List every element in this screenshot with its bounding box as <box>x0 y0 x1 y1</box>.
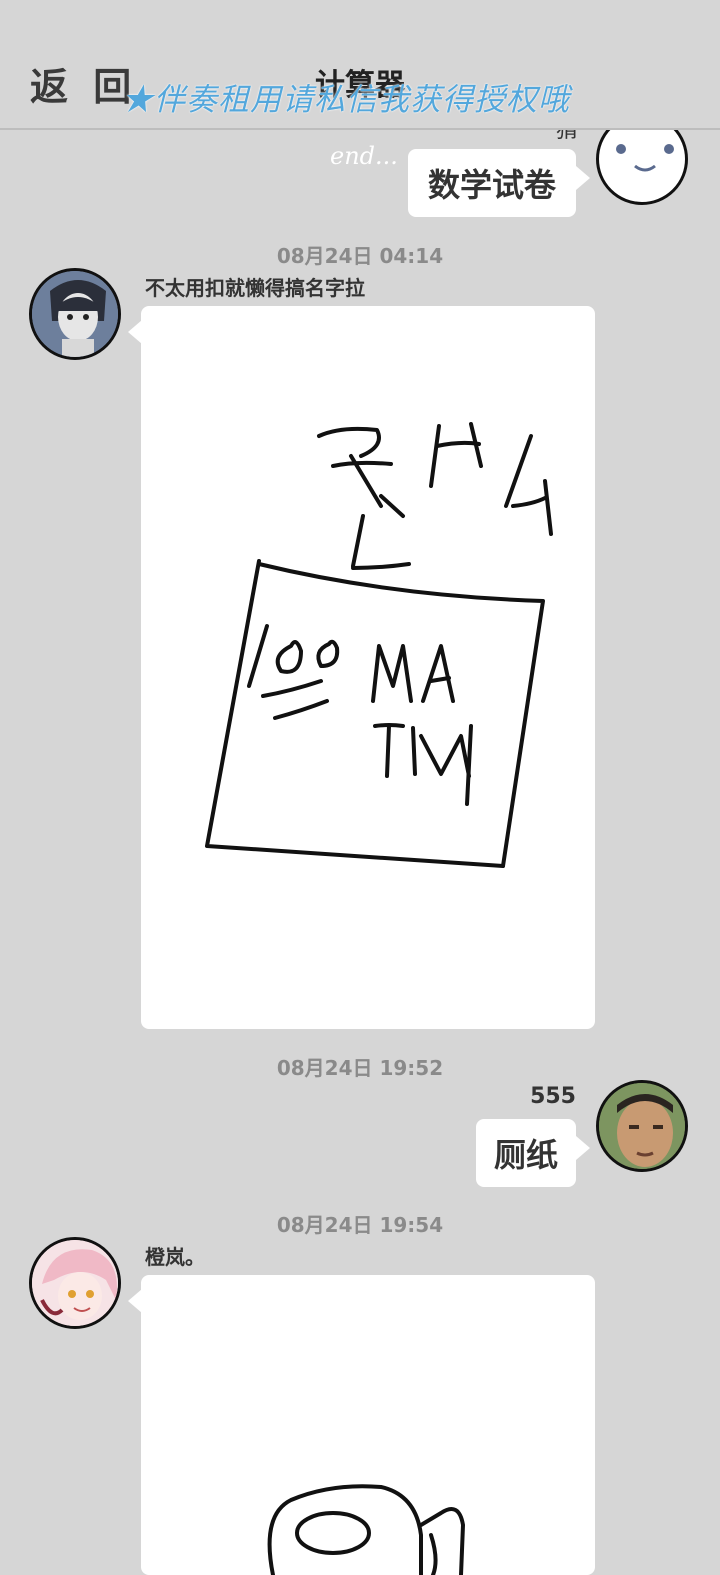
timestamp: 08月24日 19:54 <box>276 1213 444 1237</box>
bubble-tail <box>128 1289 142 1313</box>
bubble-tail <box>576 1136 590 1160</box>
sender-name: 不太用扣就懒得搞名字拉 <box>145 276 365 300</box>
sender-name: 橙岚。 <box>145 1245 205 1269</box>
sender-name: 555 <box>530 1084 576 1109</box>
drawing-image[interactable] <box>141 1275 595 1575</box>
caption-text: end... <box>330 142 398 170</box>
pink-hair-avatar[interactable] <box>29 1237 121 1329</box>
drawing-image[interactable] <box>141 306 595 1029</box>
bubble-tail <box>128 320 142 344</box>
bubble-tail <box>576 166 590 190</box>
timestamp: 08月24日 19:52 <box>276 1056 444 1080</box>
top-bar: 返 回 计算器 ★伴奏租用请私信我获得授权哦 <box>0 0 720 130</box>
photo-face-avatar[interactable] <box>596 1080 688 1172</box>
anime-boy-avatar[interactable] <box>29 268 121 360</box>
timestamp: 08月24日 04:14 <box>276 244 444 268</box>
message-bubble[interactable]: 数学试卷 <box>408 149 576 217</box>
watermark-text: ★伴奏租用请私信我获得授权哦 <box>122 82 570 118</box>
message-bubble[interactable]: 厕纸 <box>476 1119 576 1187</box>
